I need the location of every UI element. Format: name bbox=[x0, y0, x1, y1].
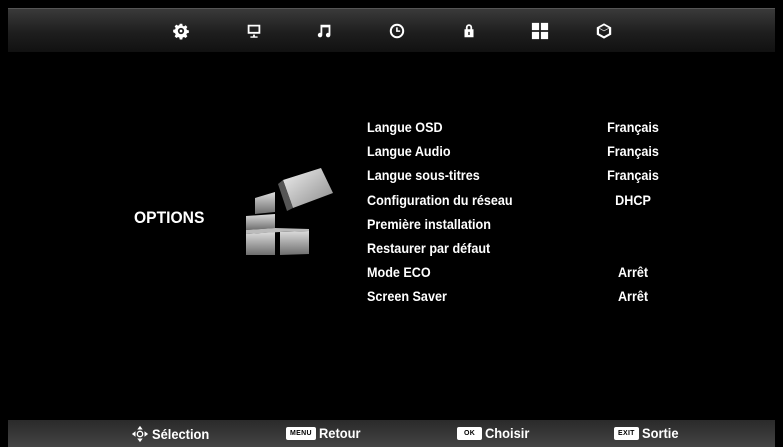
menu-item-restaurer-defaut[interactable]: Restaurer par défaut bbox=[367, 236, 697, 260]
lock-icon[interactable] bbox=[459, 21, 479, 41]
menu-item-label: Restaurer par défaut bbox=[367, 240, 491, 257]
menu-item-premiere-installation[interactable]: Première installation bbox=[367, 212, 697, 236]
options-graphic bbox=[243, 166, 333, 258]
menu-item-label: Première installation bbox=[367, 215, 491, 232]
navigation-arrows-icon bbox=[131, 425, 149, 443]
hint-choose-label: Choisir bbox=[485, 425, 530, 441]
menu-item-label: Langue sous-titres bbox=[367, 167, 480, 184]
menu-item-mode-eco[interactable]: Mode ECO Arrêt bbox=[367, 260, 697, 284]
menu-item-value: Français bbox=[607, 143, 659, 160]
menu-item-value: Français bbox=[607, 119, 659, 136]
menu-item-langue-osd[interactable]: Langue OSD Français bbox=[367, 115, 697, 139]
hint-back: MENU Retour bbox=[286, 425, 364, 441]
hint-selection-label: Sélection bbox=[152, 426, 210, 442]
menu-item-label: Langue Audio bbox=[367, 143, 451, 160]
hint-selection: Sélection bbox=[131, 425, 214, 443]
menu-item-langue-audio[interactable]: Langue Audio Français bbox=[367, 139, 697, 163]
menu-key: MENU bbox=[286, 426, 316, 440]
picture-settings-icon[interactable] bbox=[171, 21, 191, 41]
section-title: OPTIONS bbox=[134, 208, 205, 227]
menu-item-label: Mode ECO bbox=[367, 264, 431, 281]
exit-key: EXIT bbox=[614, 426, 639, 440]
hint-exit-label: Sortie bbox=[641, 425, 679, 441]
menu-item-screen-saver[interactable]: Screen Saver Arrêt bbox=[367, 284, 697, 308]
menu-item-langue-sous-titres[interactable]: Langue sous-titres Français bbox=[367, 163, 697, 187]
menu-item-value: DHCP bbox=[615, 191, 651, 208]
menu-item-configuration-reseau[interactable]: Configuration du réseau DHCP bbox=[367, 188, 697, 212]
options-menu: Langue OSD Français Langue Audio Françai… bbox=[367, 115, 697, 309]
menu-item-value: Arrêt bbox=[617, 264, 649, 281]
tv-menu-screen: OPTIONS Langue OSD Français Langue Audio… bbox=[0, 0, 783, 447]
menu-item-value: Arrêt bbox=[617, 288, 649, 305]
hint-exit: EXIT Sortie bbox=[614, 425, 681, 441]
menu-item-label: Langue OSD bbox=[367, 119, 443, 136]
music-note-icon[interactable] bbox=[315, 21, 335, 41]
hint-back-label: Retour bbox=[318, 425, 361, 441]
menu-item-value: Français bbox=[607, 167, 659, 184]
display-icon[interactable] bbox=[244, 21, 264, 41]
menu-item-label: Screen Saver bbox=[367, 288, 447, 305]
clock-icon[interactable] bbox=[387, 21, 407, 41]
cube-options-icon[interactable] bbox=[594, 21, 614, 41]
menu-item-label: Configuration du réseau bbox=[367, 191, 513, 208]
bottom-hint-bar: Sélection MENU Retour OK Choisir EXIT So… bbox=[8, 420, 775, 447]
ok-key: OK bbox=[457, 426, 483, 440]
grid-icon[interactable] bbox=[530, 21, 550, 41]
top-menu-bar bbox=[8, 8, 775, 52]
hint-choose: OK Choisir bbox=[457, 425, 533, 441]
